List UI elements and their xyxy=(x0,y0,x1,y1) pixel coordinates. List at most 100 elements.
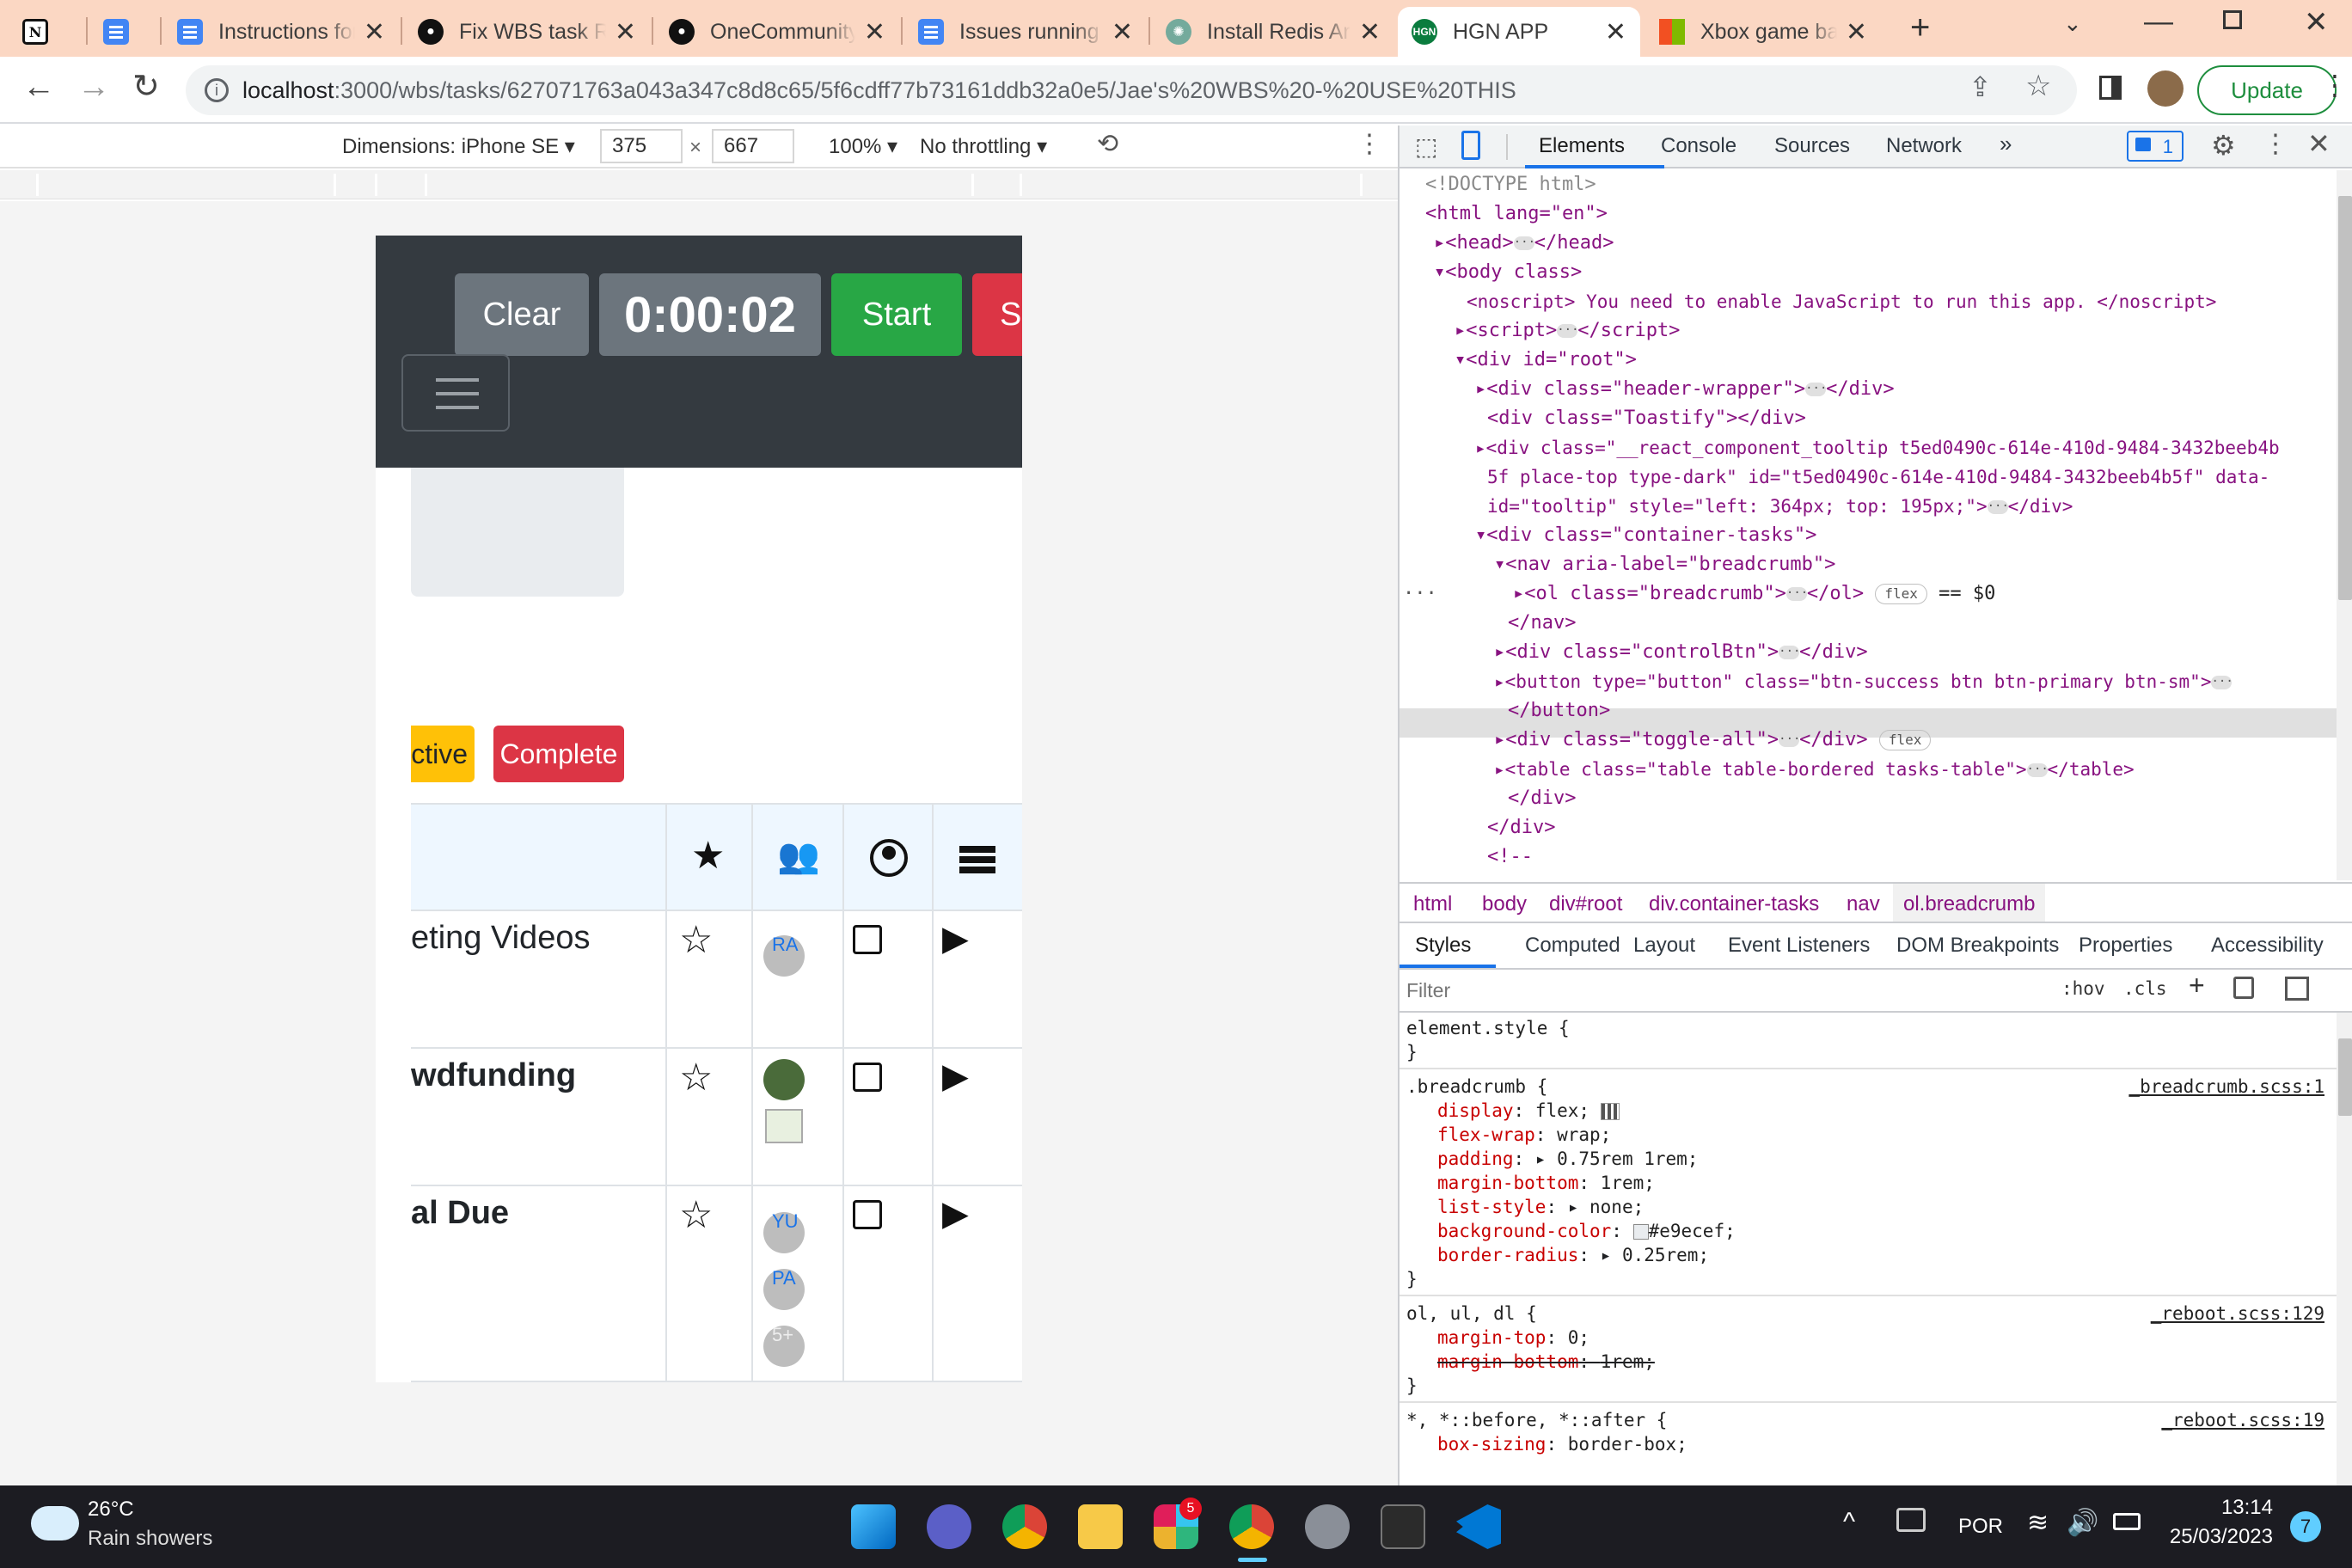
avatar-photo[interactable] xyxy=(763,1059,805,1100)
input-language[interactable]: POR xyxy=(1958,1515,2003,1539)
star-outline-icon[interactable]: ☆ xyxy=(679,1197,713,1234)
tab-console[interactable]: Console xyxy=(1661,134,1736,158)
filter-active-button[interactable]: ctive xyxy=(411,726,475,782)
subtab-styles[interactable]: Styles xyxy=(1415,934,1471,958)
vscode-icon[interactable] xyxy=(1456,1504,1501,1549)
teams-chat-icon[interactable] xyxy=(927,1504,971,1549)
users-icon[interactable]: 👥 xyxy=(777,839,820,873)
close-icon[interactable]: ✕ xyxy=(1605,17,1626,47)
throttling-select[interactable]: No throttling ▾ xyxy=(920,134,1047,159)
task-name[interactable]: wdfunding xyxy=(411,1057,576,1094)
tab-issues-running[interactable]: Issues running ✕ xyxy=(904,7,1147,57)
chrome-icon[interactable] xyxy=(1229,1504,1274,1549)
crumb-root[interactable]: div#root xyxy=(1549,892,1622,916)
zoom-select[interactable]: 100% ▾ xyxy=(829,134,897,159)
styles-filter-input[interactable] xyxy=(1406,975,2049,1006)
star-outline-icon[interactable]: ☆ xyxy=(679,922,713,959)
subtab-properties[interactable]: Properties xyxy=(2079,934,2172,958)
dom-node-table[interactable]: ▸<table class="table table-bordered task… xyxy=(1494,755,2135,784)
reboot-list-rule-source[interactable]: _reboot.scss:129 xyxy=(2151,1302,2324,1326)
devtools-close-icon[interactable]: ✕ xyxy=(2307,127,2331,160)
close-icon[interactable]: ✕ xyxy=(1359,17,1381,47)
update-button[interactable]: Update xyxy=(2197,65,2337,115)
tab-notion[interactable]: N xyxy=(9,7,84,57)
filter-complete-button[interactable]: Complete xyxy=(493,726,624,782)
dom-node-header-wrapper[interactable]: ▸<div class="header-wrapper">···</div> xyxy=(1475,375,1895,404)
settings-gear-icon[interactable]: ⚙ xyxy=(2211,129,2236,162)
volume-icon[interactable]: 🔊 xyxy=(2067,1508,2098,1538)
dom-node-toggle-all[interactable]: ▸<div class="toggle-all">···</div> flex xyxy=(1494,726,1932,755)
more-tabs-icon[interactable]: » xyxy=(2000,131,2012,157)
tab-network[interactable]: Network xyxy=(1886,134,1962,158)
task-checkbox[interactable] xyxy=(853,1063,882,1092)
close-icon[interactable]: ✕ xyxy=(1846,17,1867,47)
device-select[interactable]: Dimensions: iPhone SE ▾ xyxy=(342,134,575,159)
tab-instructions[interactable]: Instructions for ✕ xyxy=(163,7,399,57)
cls-toggle[interactable]: .cls xyxy=(2123,978,2167,999)
star-icon[interactable]: ★ xyxy=(691,837,725,875)
dom-node-root[interactable]: ▾<div id="root"> xyxy=(1455,346,1637,375)
subtab-event-listeners[interactable]: Event Listeners xyxy=(1728,934,1870,958)
file-explorer-icon[interactable] xyxy=(1078,1504,1123,1549)
subtab-computed[interactable]: Computed xyxy=(1525,934,1620,958)
play-icon[interactable]: ▶ xyxy=(942,922,969,956)
dom-node-tooltip[interactable]: ▸<div class="__react_component_tooltip t… xyxy=(1475,433,2280,462)
dom-node-button[interactable]: ▸<button type="button" class="btn-succes… xyxy=(1494,667,2233,696)
windows-start-icon[interactable] xyxy=(851,1504,896,1549)
css-declaration[interactable]: display: flex; xyxy=(1437,1099,1620,1123)
play-icon[interactable]: ▶ xyxy=(942,1059,969,1093)
dom-node[interactable]: </nav> xyxy=(1508,609,1576,638)
bookmark-star-icon[interactable]: ☆ xyxy=(2025,69,2051,103)
task-name[interactable]: eting Videos xyxy=(411,920,590,957)
subtab-accessibility[interactable]: Accessibility xyxy=(2211,934,2324,958)
dom-node-head[interactable]: ▸<head>···</head> xyxy=(1434,229,1614,258)
play-icon[interactable]: ▶ xyxy=(942,1197,969,1231)
new-style-rule-icon[interactable]: + xyxy=(2189,970,2205,1001)
dom-node-toastify[interactable]: <div class="Toastify"></div> xyxy=(1487,404,1806,433)
url-bar[interactable]: i localhost:3000/wbs/tasks/627071763a043… xyxy=(186,65,2077,115)
chrome-profile-icon[interactable] xyxy=(1002,1504,1047,1549)
reboot-list-rule-selector[interactable]: ol, ul, dl { xyxy=(1406,1302,1537,1326)
close-icon[interactable]: ✕ xyxy=(364,17,385,47)
navbar-toggle-button[interactable] xyxy=(401,354,510,432)
inspect-element-icon[interactable]: ⬚ xyxy=(1415,132,1437,161)
css-declaration[interactable]: margin-bottom: 1rem; xyxy=(1437,1171,1655,1195)
close-icon[interactable]: ✕ xyxy=(864,17,885,47)
color-swatch[interactable] xyxy=(1632,1224,1649,1240)
star-outline-icon[interactable]: ☆ xyxy=(679,1059,713,1097)
network-offline-icon[interactable] xyxy=(1896,1508,1926,1532)
rendering-emulation-icon[interactable] xyxy=(2233,977,2254,999)
css-declaration[interactable]: list-style: ▸ none; xyxy=(1437,1195,1644,1219)
css-declaration-overridden[interactable]: margin-bottom: 1rem; xyxy=(1437,1350,1655,1374)
dom-node[interactable]: <html lang="en"> xyxy=(1425,199,1608,229)
back-icon[interactable]: ← xyxy=(22,69,55,106)
close-icon[interactable]: ✕ xyxy=(1112,17,1133,47)
minimize-icon[interactable]: — xyxy=(2144,5,2173,39)
table-row[interactable]: eting Videos xyxy=(411,910,667,1049)
tab-install-redis[interactable]: ✺ Install Redis Ar ✕ xyxy=(1152,7,1394,57)
new-tab-icon[interactable]: + xyxy=(1910,9,1930,47)
task-checkbox[interactable] xyxy=(853,925,882,954)
task-name[interactable]: al Due xyxy=(411,1195,509,1232)
terminal-icon[interactable] xyxy=(1381,1504,1425,1549)
device-toolbar-menu-icon[interactable]: ⋮ xyxy=(1357,129,1382,159)
dom-node-container-tasks[interactable]: ▾<div class="container-tasks"> xyxy=(1475,521,1816,550)
flexbox-editor-icon[interactable] xyxy=(1600,1103,1620,1120)
tab-xbox-game-bar[interactable]: Xbox game bar ✕ xyxy=(1645,7,1881,57)
reload-icon[interactable]: ↻ xyxy=(132,67,160,106)
crumb-nav[interactable]: nav xyxy=(1847,892,1880,916)
devtools-menu-icon[interactable]: ⋮ xyxy=(2263,129,2288,159)
task-checkbox[interactable] xyxy=(853,1200,882,1229)
styles-scrollbar[interactable] xyxy=(2337,1013,2352,1485)
universal-rule-selector[interactable]: *, *::before, *::after { xyxy=(1406,1408,1667,1432)
css-declaration[interactable]: box-sizing: border-box; xyxy=(1437,1432,1687,1456)
subtab-dom-breakpoints[interactable]: DOM Breakpoints xyxy=(1896,934,2059,958)
crumb-ol-breadcrumb[interactable]: ol.breadcrumb xyxy=(1893,884,2046,922)
tab-sources[interactable]: Sources xyxy=(1774,134,1850,158)
more-menu-icon[interactable]: ⋮ xyxy=(2321,69,2349,101)
breadcrumb-rule-selector[interactable]: .breadcrumb { xyxy=(1406,1075,1547,1099)
tab-fix-wbs[interactable]: ● Fix WBS task Re ✕ xyxy=(404,7,650,57)
dom-node[interactable]: <!DOCTYPE html> xyxy=(1425,170,1596,199)
hov-toggle[interactable]: :hov xyxy=(2061,978,2105,999)
css-declaration[interactable]: flex-wrap: wrap; xyxy=(1437,1123,1611,1147)
